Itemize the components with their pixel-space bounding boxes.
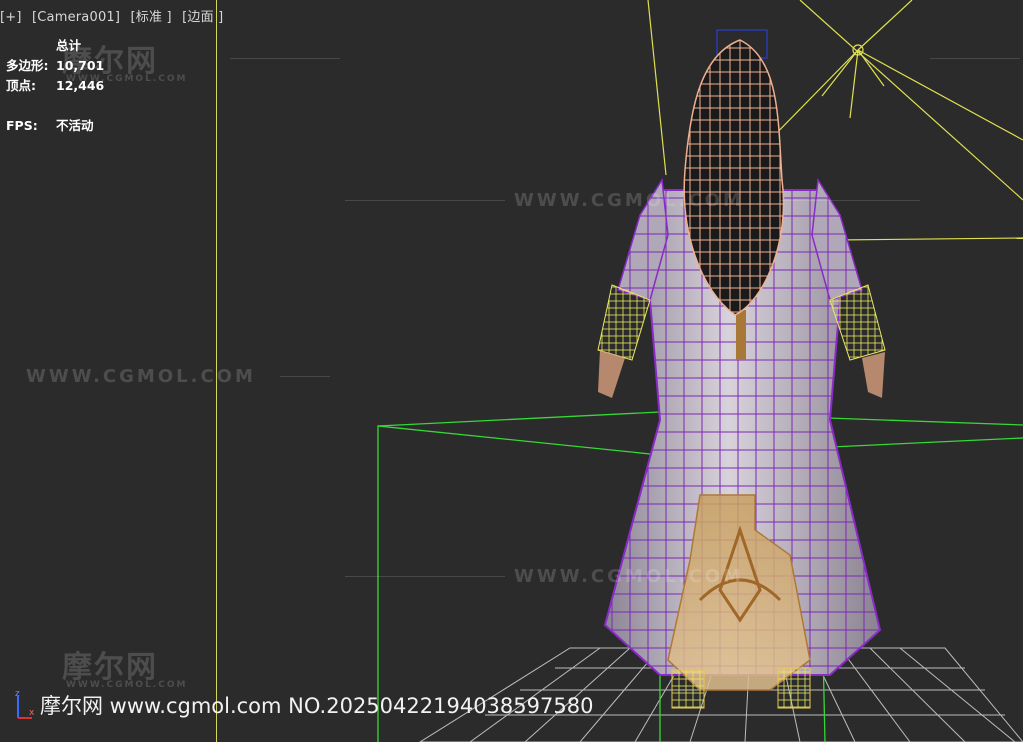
stats-header: 总计 bbox=[56, 38, 82, 53]
watermark-url: WWW.CGMOL.COM bbox=[514, 566, 744, 587]
axis-x-label: x bbox=[29, 708, 35, 718]
fps-value: 不活动 bbox=[56, 118, 94, 133]
watermark-dash bbox=[780, 200, 920, 201]
footer-watermark: 摩尔网 www.cgmol.com NO.2025042219403859758… bbox=[40, 694, 594, 718]
fps-label: FPS: bbox=[6, 118, 38, 133]
vertices-label: 顶点: bbox=[6, 78, 36, 93]
3d-viewport[interactable]: 摩尔网 WWW.CGMOL.COM WWW.CGMOL.COM WWW.CGMO… bbox=[0, 0, 1023, 742]
watermark-dash bbox=[230, 58, 340, 59]
vertices-value: 12,446 bbox=[56, 78, 105, 93]
axis-z-label: z bbox=[15, 689, 20, 699]
polygons-value: 10,701 bbox=[56, 58, 105, 73]
polygons-label: 多边形: bbox=[6, 58, 49, 73]
viewport-menu-shading[interactable]: [标准 ] bbox=[131, 10, 172, 25]
watermark-url: WWW.CGMOL.COM bbox=[514, 190, 744, 211]
watermark-dash bbox=[345, 200, 505, 201]
viewport-menu-display[interactable]: [边面 ] bbox=[182, 10, 223, 25]
watermark-small: WWW.CGMOL.COM bbox=[66, 680, 188, 690]
character-model[interactable] bbox=[597, 29, 886, 709]
watermark-dash bbox=[930, 58, 1020, 59]
viewport-label-menu: [+] [Camera001] [标准 ] [边面 ] bbox=[0, 6, 229, 25]
watermark-dash bbox=[345, 576, 505, 577]
viewport-menu-camera[interactable]: [Camera001] bbox=[32, 10, 120, 25]
viewport-menu-general[interactable]: [+] bbox=[0, 10, 22, 25]
watermark-url: WWW.CGMOL.COM bbox=[26, 366, 256, 387]
viewport-statistics: 总计 多边形: 10,701 顶点: 12,446 FPS: 不活动 bbox=[6, 36, 104, 136]
watermark-dash bbox=[280, 376, 330, 377]
axis-tripod-icon: z x bbox=[15, 689, 35, 719]
